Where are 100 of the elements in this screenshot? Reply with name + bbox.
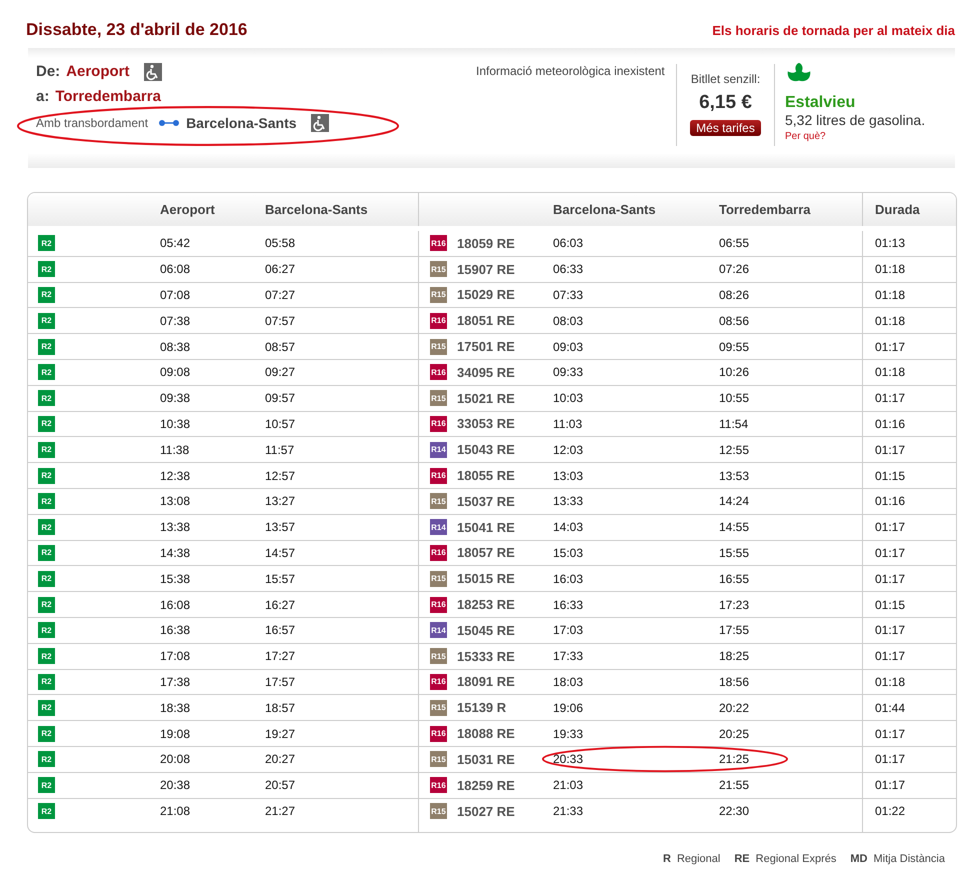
table-cell-text: 12:03 <box>553 442 584 459</box>
table-cell-text: 19:33 <box>553 726 584 743</box>
table-cell-text: 17:03 <box>553 622 584 640</box>
table-cell-text: 01:18 <box>874 312 906 330</box>
table-cell-text: 06:08 <box>160 261 192 278</box>
line-badge: R16 <box>430 544 447 561</box>
table-cell: 19:27 <box>265 721 419 746</box>
table-cell-text: 17:38 <box>160 674 192 691</box>
table-cell: 13:57 <box>265 514 419 540</box>
table-cell-text: 01:18 <box>874 286 906 304</box>
line-badge: R2 <box>38 622 55 638</box>
table-cell: 14:24 <box>719 488 863 514</box>
table-cell: 17:27 <box>265 644 419 669</box>
table-cell: 18:25 <box>719 644 863 669</box>
table-cell-text: 01:16 <box>874 416 906 433</box>
table-cell-text: 06:33 <box>553 261 584 278</box>
table-cell: 09:27 <box>265 360 419 385</box>
line-badge: R2 <box>38 674 55 690</box>
table-cell: 10:26 <box>719 360 863 385</box>
why-link[interactable]: Per què? <box>785 131 826 142</box>
table-cell-text: 16:38 <box>160 622 192 640</box>
table-cell-text: 01:22 <box>874 803 906 820</box>
train-number: 15015 RE <box>457 570 516 588</box>
column-header: Barcelona-Sants <box>553 201 657 219</box>
table-cell-text: 09:03 <box>553 338 584 356</box>
line-badge: R16 <box>430 777 447 794</box>
train-number: 15043 RE <box>457 441 516 460</box>
table-cell-text: 01:18 <box>874 364 906 382</box>
return-schedule-link[interactable]: Els horaris de tornada per al mateix dia <box>712 23 955 38</box>
table-cell: 17:23 <box>719 592 863 617</box>
line-badge: R2 <box>38 416 55 432</box>
weather-note: Informació meteorològica inexistent <box>476 64 666 80</box>
line-badge: R2 <box>38 235 55 252</box>
train-number: 15037 RE <box>457 492 516 511</box>
column-header: Aeroport <box>160 201 216 219</box>
table-cell-text: 16:33 <box>553 596 584 614</box>
table-cell: 20:25 <box>719 721 863 746</box>
table-cell-text: 01:18 <box>874 674 906 691</box>
train-number: 18259 RE <box>457 776 516 795</box>
table-cell-text: 20:08 <box>160 751 192 768</box>
table-cell-text: 01:17 <box>874 777 906 794</box>
destination-station: Torredembarra <box>55 88 161 105</box>
table-cell-text: 01:15 <box>874 596 906 614</box>
line-badge: R2 <box>38 596 55 613</box>
line-badge: R14 <box>430 622 447 638</box>
table-cell: 17:55 <box>719 618 863 643</box>
line-badge: R15 <box>430 390 447 406</box>
line-badge: R16 <box>430 596 447 613</box>
line-badge: R15 <box>430 570 447 587</box>
table-cell-text: 11:38 <box>160 442 190 459</box>
train-number: 18091 RE <box>457 673 516 692</box>
column-header: Torredembarra <box>719 193 863 226</box>
table-cell: 15:57 <box>265 566 419 592</box>
table-cell-text: 01:17 <box>874 648 906 666</box>
table-cell: 13:27 <box>265 488 419 514</box>
table-cell: 06:55 <box>719 231 863 256</box>
line-badge: R2 <box>38 442 55 458</box>
table-cell-text: 01:17 <box>874 442 906 459</box>
table-cell-text: 12:38 <box>160 468 192 485</box>
table-cell: 12:57 <box>265 463 419 488</box>
table-cell-text: 13:38 <box>160 519 192 536</box>
table-cell-text: 01:15 <box>874 468 906 485</box>
line-badge: R15 <box>430 648 447 664</box>
table-cell: 20:22 <box>719 695 863 720</box>
train-number: 18059 RE <box>457 234 516 253</box>
train-number: 15139 R <box>457 699 508 718</box>
table-cell: 20:57 <box>265 772 419 798</box>
table-cell: 17:57 <box>265 670 419 694</box>
train-number: 15907 RE <box>457 260 516 279</box>
table-cell-text: 01:17 <box>874 390 906 408</box>
table-cell-text: 16:03 <box>553 570 584 588</box>
line-badge: R2 <box>38 726 55 742</box>
table-cell-text: 20:38 <box>160 777 192 794</box>
table-cell: 22:30 <box>719 798 863 824</box>
table-cell-text: 13:08 <box>160 493 192 510</box>
more-fares-button[interactable]: Més tarifes <box>690 120 761 136</box>
line-badge: R15 <box>430 286 447 303</box>
wheelchair-icon <box>144 62 162 80</box>
line-badge: R2 <box>38 338 55 355</box>
table-cell: 10:57 <box>265 412 419 436</box>
table-cell: 13:53 <box>719 463 863 488</box>
table-cell: 05:58 <box>265 231 419 256</box>
table-cell-text: 01:13 <box>874 235 906 252</box>
to-label: a: <box>36 88 50 105</box>
legend-code: MD <box>850 853 868 866</box>
train-number: 15333 RE <box>457 648 516 666</box>
table-cell-text: 01:44 <box>874 700 906 717</box>
train-number: 34095 RE <box>457 364 516 382</box>
train-number: 15041 RE <box>457 518 516 537</box>
table-cell-text: 01:17 <box>874 338 906 356</box>
table-cell: 07:26 <box>719 256 863 282</box>
legend-label: Regional Exprés <box>756 853 836 866</box>
transfer-label: Amb transbordament <box>36 116 148 130</box>
table-cell: 11:54 <box>719 412 863 436</box>
table-cell-text: 08:38 <box>160 338 192 356</box>
line-badge: R15 <box>430 700 447 716</box>
ticket-label: Bitllet senzill: <box>690 72 760 86</box>
table-cell: 06:27 <box>265 256 419 282</box>
train-number: 17501 RE <box>457 338 516 356</box>
table-cell-text: 01:17 <box>874 751 906 768</box>
